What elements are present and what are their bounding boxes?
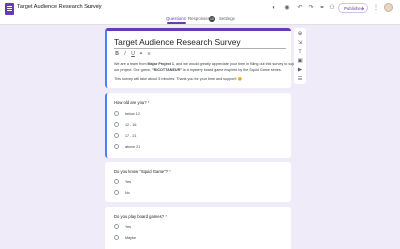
radio-button[interactable]	[114, 190, 119, 195]
radio-button[interactable]	[114, 235, 119, 240]
option-label: 17 - 21	[125, 133, 137, 138]
form-title[interactable]: Target Audience Research Survey	[114, 37, 241, 47]
radio-button[interactable]	[114, 179, 119, 184]
description-text-1b: , and we would greatly appreciate your t…	[173, 62, 301, 66]
import-icon[interactable]: ⇲	[296, 39, 304, 47]
option-label: above 21	[125, 144, 141, 149]
question-title: Do you play board games? *	[114, 214, 167, 219]
tab-responses[interactable]: Responses	[188, 16, 210, 21]
link-icon[interactable]: ⚭	[138, 51, 144, 57]
folder-icon[interactable]: ▭	[87, 4, 93, 10]
title-underline	[114, 48, 286, 49]
option-label: Yes	[125, 179, 132, 184]
question-text: Do you play board games?	[114, 214, 165, 219]
radio-button[interactable]	[114, 224, 119, 229]
redo-icon[interactable]: ↷	[307, 4, 315, 12]
description-line-1[interactable]: We are a team from Major Project 1, and …	[114, 62, 301, 66]
title-text-icon[interactable]: T	[296, 48, 304, 56]
published-label: Published	[344, 6, 364, 11]
star-icon[interactable]: ☆	[96, 4, 102, 10]
radio-button[interactable]	[114, 111, 119, 116]
avatar[interactable]	[384, 3, 393, 12]
forms-icon[interactable]	[5, 3, 14, 15]
radio-button[interactable]	[114, 144, 119, 149]
image-icon[interactable]: ▣	[296, 57, 304, 65]
option-label: below 12	[125, 111, 140, 116]
option-label: Yes	[125, 224, 132, 229]
description-text-2: our project. Our game,	[114, 68, 152, 72]
add-person-icon[interactable]: ⚇	[328, 4, 336, 12]
option-label: Maybe	[125, 235, 137, 240]
question-card-squid-game[interactable]: Do you know "Squid Game"? * Yes No	[105, 162, 291, 202]
description-line-2[interactable]: our project. Our game, "RICOTTANEUR" is …	[114, 68, 282, 72]
radio-button[interactable]	[114, 133, 119, 138]
required-marker: *	[169, 169, 171, 174]
chevron-down-icon: ▾	[361, 6, 364, 11]
side-toolbar: ⊕ ⇲ T ▣ ▶ ☰	[294, 28, 306, 84]
responses-count-badge: 10	[209, 15, 215, 22]
header-divider	[0, 24, 400, 25]
question-title: How old are you? *	[114, 100, 149, 105]
published-button[interactable]: Published ▾	[338, 3, 368, 13]
clear-format-icon[interactable]: ⨯	[146, 51, 152, 57]
palette-icon[interactable]: ◐	[270, 4, 278, 12]
option-label: 12 - 16	[125, 122, 137, 127]
preview-icon[interactable]: ◉	[283, 4, 291, 12]
underline-icon[interactable]: U	[130, 51, 136, 57]
form-title-card[interactable]: Target Audience Research Survey B I U ⚭ …	[105, 28, 301, 88]
tab-questions[interactable]: Questions	[166, 16, 186, 21]
question-card-age[interactable]: How old are you? * below 12 12 - 16 17 -…	[105, 93, 291, 158]
description-bold-1: Major Project 1	[147, 62, 174, 66]
video-icon[interactable]: ▶	[296, 66, 304, 74]
link-icon[interactable]: ⚭	[318, 4, 326, 12]
question-title: Do you know "Squid Game"? *	[114, 169, 171, 174]
description-bold-2: "RICOTTANEUR"	[151, 68, 182, 72]
question-text: Do you know "Squid Game"?	[114, 169, 168, 174]
section-icon[interactable]: ☰	[296, 75, 304, 83]
tab-settings[interactable]: Settings	[219, 16, 235, 21]
undo-icon[interactable]: ↶	[296, 4, 304, 12]
description-text-2b: is a mystery board game inspired by the …	[181, 68, 282, 72]
description-line-3[interactable]: This survey will take about 5 minutes. T…	[114, 77, 242, 81]
bold-icon[interactable]: B	[114, 51, 120, 57]
question-text: How old are you?	[114, 100, 147, 105]
required-marker: *	[147, 100, 150, 105]
more-vert-icon[interactable]: ⋮	[372, 4, 380, 12]
description-text-1: We are a team from	[114, 62, 148, 66]
italic-icon[interactable]: I	[122, 51, 128, 57]
question-card-board-games[interactable]: Do you play board games? * Yes Maybe	[105, 207, 291, 249]
radio-button[interactable]	[114, 122, 119, 127]
option-label: No	[125, 190, 130, 195]
required-marker: *	[165, 214, 167, 219]
add-question-icon[interactable]: ⊕	[296, 30, 304, 38]
